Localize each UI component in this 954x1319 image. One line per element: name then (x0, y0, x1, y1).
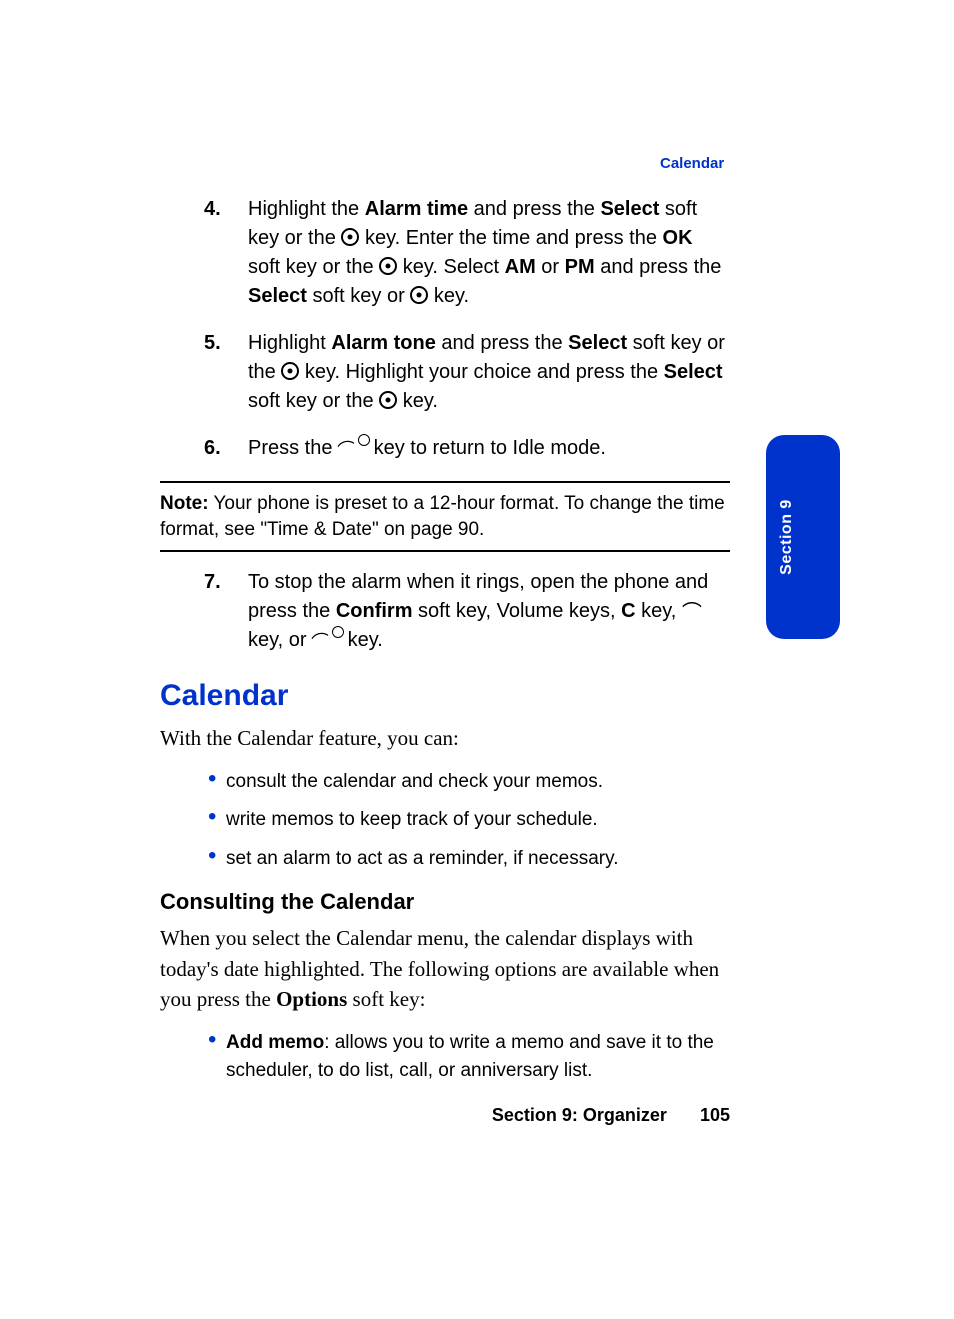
list-item: •consult the calendar and check your mem… (208, 768, 730, 797)
page-footer: Section 9: Organizer 105 (160, 1105, 730, 1126)
step-number: 5. (160, 329, 248, 416)
divider (160, 481, 730, 483)
end-key-icon: ⌒ (312, 628, 342, 644)
step-number: 6. (160, 434, 248, 463)
step-body: Press the ⌒ key to return to Idle mode. (248, 434, 730, 463)
list-item: •write memos to keep track of your sched… (208, 806, 730, 835)
section-tab-label: Section 9 (778, 499, 796, 575)
ok-key-icon (410, 286, 428, 304)
page-content: 4.Highlight the Alarm time and press the… (160, 155, 730, 1096)
section-tab: Section 9 (766, 435, 840, 639)
note-text: Your phone is preset to a 12-hour format… (160, 493, 725, 540)
calendar-intro: With the Calendar feature, you can: (160, 723, 730, 753)
ok-key-icon (341, 228, 359, 246)
section-heading-calendar: Calendar (160, 679, 730, 713)
step-number: 4. (160, 195, 248, 311)
bullet-text: write memos to keep track of your schedu… (226, 806, 730, 835)
bullet-icon: • (208, 845, 226, 874)
bullet-text: set an alarm to act as a reminder, if ne… (226, 845, 730, 874)
steps-list-a: 4.Highlight the Alarm time and press the… (160, 195, 730, 463)
step-body: Highlight Alarm tone and press the Selec… (248, 329, 730, 416)
ok-key-icon (379, 257, 397, 275)
step-number: 7. (160, 568, 248, 655)
bullet-text: Add memo: allows you to write a memo and… (226, 1029, 730, 1086)
list-step: 5.Highlight Alarm tone and press the Sel… (160, 329, 730, 416)
consulting-intro: When you select the Calendar menu, the c… (160, 923, 730, 1014)
consulting-bullets: •Add memo: allows you to write a memo an… (160, 1029, 730, 1086)
calendar-bullets: •consult the calendar and check your mem… (160, 768, 730, 874)
ok-key-icon (379, 391, 397, 409)
footer-section: Section 9: Organizer (492, 1105, 667, 1125)
note-block: Note: Your phone is preset to a 12-hour … (160, 491, 730, 542)
bullet-icon: • (208, 806, 226, 835)
note-label: Note: (160, 493, 209, 514)
page-number: 105 (700, 1105, 730, 1126)
bullet-icon: • (208, 1029, 226, 1086)
list-step: 7.To stop the alarm when it rings, open … (160, 568, 730, 655)
end-key-icon: ⌒ (338, 436, 368, 452)
send-key-icon: ⌒ (682, 606, 702, 620)
list-item: •Add memo: allows you to write a memo an… (208, 1029, 730, 1086)
bullet-text: consult the calendar and check your memo… (226, 768, 730, 797)
divider (160, 550, 730, 552)
step-body: To stop the alarm when it rings, open th… (248, 568, 730, 655)
list-item: •set an alarm to act as a reminder, if n… (208, 845, 730, 874)
subheading-consulting: Consulting the Calendar (160, 889, 730, 915)
steps-list-b: 7.To stop the alarm when it rings, open … (160, 568, 730, 655)
bullet-icon: • (208, 768, 226, 797)
ok-key-icon (281, 362, 299, 380)
list-step: 4.Highlight the Alarm time and press the… (160, 195, 730, 311)
list-step: 6.Press the ⌒ key to return to Idle mode… (160, 434, 730, 463)
step-body: Highlight the Alarm time and press the S… (248, 195, 730, 311)
